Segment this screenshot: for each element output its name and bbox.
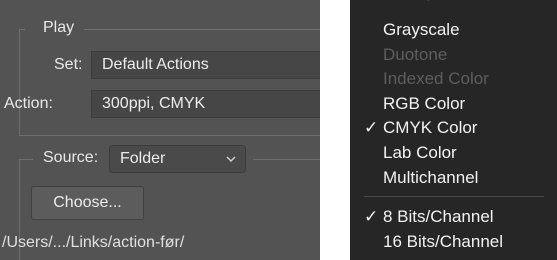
source-group-top-rule-right xyxy=(253,159,320,160)
menu-item-indexed-color: Indexed Color xyxy=(350,66,557,91)
menu-item-label: 8 Bits/Channel xyxy=(383,207,494,226)
set-select[interactable]: Default Actions xyxy=(91,51,320,79)
checkmark-icon: ✓ xyxy=(364,118,379,137)
play-group-left-edge xyxy=(19,29,20,135)
set-label: Set: xyxy=(54,56,83,73)
source-label: Source: xyxy=(43,149,99,166)
menu-item-label: Indexed Color xyxy=(383,69,489,88)
action-select-value: 300ppi, CMYK xyxy=(102,95,206,112)
menu-item-duotone: Duotone xyxy=(350,42,557,67)
action-select[interactable]: 300ppi, CMYK xyxy=(91,90,320,118)
source-path: /Users/.../Links/action-før/ xyxy=(2,234,185,251)
menu-cutoff-item: Bitmap xyxy=(383,0,436,2)
mode-menu: Bitmap Grayscale Duotone Indexed Color R… xyxy=(350,0,557,260)
menu-item-8-bits-channel[interactable]: ✓ 8 Bits/Channel xyxy=(350,204,557,229)
menu-item-label: Lab Color xyxy=(383,143,457,162)
play-group-legend: Play xyxy=(43,19,75,36)
menu-item-label: 16 Bits/Channel xyxy=(383,232,504,251)
menu-separator xyxy=(364,196,544,197)
menu-item-grayscale[interactable]: Grayscale xyxy=(350,17,557,42)
play-group-top-rule-right xyxy=(84,29,320,30)
menu-item-label: RGB Color xyxy=(383,94,466,113)
batch-dialog-panel: Play Set: Default Actions Action: 300ppi… xyxy=(0,0,320,260)
action-label: Action: xyxy=(4,95,53,112)
set-select-value: Default Actions xyxy=(102,56,209,73)
menu-item-multichannel[interactable]: Multichannel xyxy=(350,165,557,190)
screenshot-canvas: Play Set: Default Actions Action: 300ppi… xyxy=(0,0,557,260)
menu-item-label: Duotone xyxy=(383,45,448,64)
menu-item-label: CMYK Color xyxy=(383,118,478,137)
choose-button[interactable]: Choose... xyxy=(31,186,144,220)
menu-item-rgb-color[interactable]: RGB Color xyxy=(350,91,557,116)
source-select-value: Folder xyxy=(120,150,166,167)
menu-item-label: Multichannel xyxy=(383,168,479,187)
menu-item-label: Grayscale xyxy=(383,20,460,39)
chevron-down-icon xyxy=(226,146,236,172)
source-group-top-rule xyxy=(19,159,33,160)
menu-item-16-bits-channel[interactable]: 16 Bits/Channel xyxy=(350,229,557,254)
play-group-bottom-rule xyxy=(19,135,320,136)
menu-item-lab-color[interactable]: Lab Color xyxy=(350,140,557,165)
source-select[interactable]: Folder xyxy=(109,145,246,173)
checkmark-icon: ✓ xyxy=(364,207,379,226)
menu-item-cmyk-color[interactable]: ✓ CMYK Color xyxy=(350,115,557,140)
